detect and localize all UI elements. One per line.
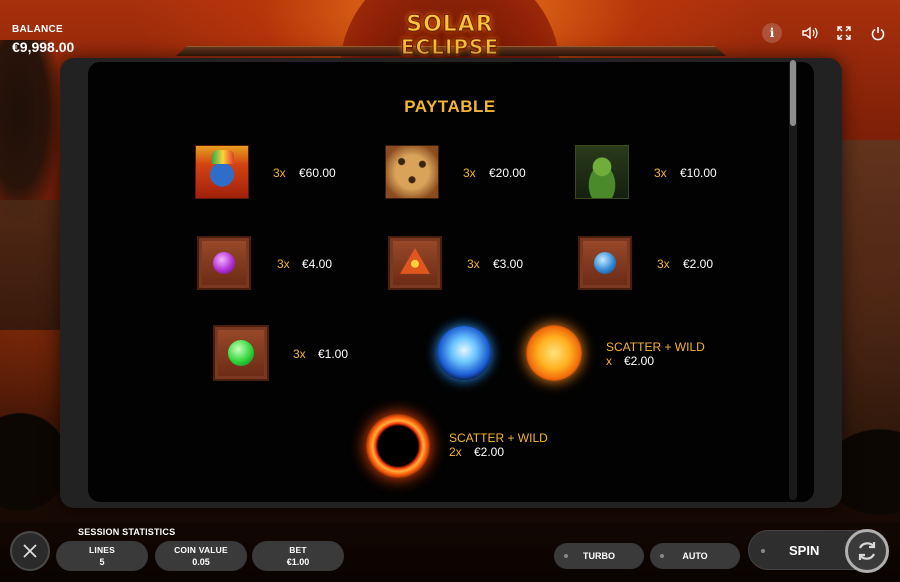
purple-gem-icon — [213, 252, 235, 274]
session-statistics-label: SESSION STATISTICS — [78, 527, 176, 537]
eclipse-orb-icon — [366, 414, 430, 478]
blue-gem-symbol-icon — [578, 236, 632, 290]
auto-label: AUTO — [682, 551, 708, 561]
blue-gem-payout: €2.00 — [683, 257, 714, 271]
top-right-controls: i — [762, 22, 890, 44]
warrior-multiplier: 3x — [273, 166, 286, 180]
blue-gem-multiplier: 3x — [657, 257, 670, 271]
sun-payout: €2.00 — [624, 354, 655, 368]
turbo-label: TURBO — [583, 551, 615, 561]
paytable-title: PAYTABLE — [404, 97, 496, 116]
snake-multiplier: 3x — [654, 166, 667, 180]
blue-gem-icon — [594, 252, 616, 274]
game-logo: SOLAR ECLIPSE — [380, 12, 520, 62]
logo-line2: ECLIPSE — [400, 35, 500, 59]
sun-multiplier: x — [606, 354, 612, 368]
coin-value-label: COIN VALUE — [174, 545, 228, 555]
turbo-indicator-icon — [564, 554, 568, 558]
red-triangle-multiplier: 3x — [467, 257, 480, 271]
refresh-icon — [858, 542, 876, 560]
purple-gem-symbol-icon — [197, 236, 251, 290]
bet-value: €1.00 — [286, 557, 310, 567]
spin-control[interactable]: SPIN — [748, 529, 889, 573]
tree-silhouette — [0, 40, 60, 220]
spin-indicator-icon — [761, 549, 765, 553]
close-icon — [23, 544, 37, 558]
balance-label: BALANCE — [12, 24, 63, 35]
close-button[interactable] — [10, 531, 50, 571]
coin-value-stat[interactable]: COIN VALUE 0.05 — [155, 541, 247, 571]
green-gem-symbol-icon — [213, 325, 269, 381]
sun-orb-icon — [526, 325, 582, 381]
coin-value-value: 0.05 — [192, 557, 210, 567]
bet-label: BET — [289, 545, 307, 555]
lines-stat[interactable]: LINES 5 — [56, 541, 148, 571]
green-gem-multiplier: 3x — [293, 347, 306, 361]
scrollbar[interactable] — [789, 60, 797, 500]
warrior-symbol-icon — [195, 145, 249, 199]
jaguar-payout: €20.00 — [489, 166, 526, 180]
power-icon[interactable] — [866, 22, 890, 44]
auto-indicator-icon — [660, 554, 664, 558]
jaguar-symbol-icon — [385, 145, 439, 199]
purple-gem-payout: €4.00 — [302, 257, 333, 271]
bet-stat[interactable]: BET €1.00 — [252, 541, 344, 571]
purple-gem-multiplier: 3x — [277, 257, 290, 271]
eclipse-scatter-label: SCATTER + WILD — [449, 431, 548, 445]
snake-symbol-icon — [575, 145, 629, 199]
red-triangle-symbol-icon — [388, 236, 442, 290]
snake-payout: €10.00 — [680, 166, 717, 180]
spin-button[interactable] — [845, 529, 889, 573]
logo-line1: SOLAR — [406, 12, 494, 37]
auto-button[interactable]: AUTO — [650, 543, 740, 569]
eclipse-payout: €2.00 — [474, 445, 505, 459]
spin-label: SPIN — [789, 543, 820, 558]
sun-scatter-label: SCATTER + WILD — [606, 340, 705, 354]
turbo-button[interactable]: TURBO — [554, 543, 644, 569]
balance-value: €9,998.00 — [12, 39, 75, 55]
lines-label: LINES — [88, 545, 116, 555]
info-icon[interactable]: i — [762, 23, 782, 43]
green-gem-payout: €1.00 — [318, 347, 349, 361]
lines-value: 5 — [99, 557, 105, 567]
jaguar-multiplier: 3x — [463, 166, 476, 180]
red-triangle-payout: €3.00 — [493, 257, 524, 271]
warrior-payout: €60.00 — [299, 166, 336, 180]
fullscreen-icon[interactable] — [832, 22, 856, 44]
green-gem-icon — [228, 340, 254, 366]
moon-orb-icon — [437, 326, 491, 380]
eclipse-multiplier: 2x — [449, 445, 462, 459]
sound-icon[interactable] — [798, 22, 822, 44]
